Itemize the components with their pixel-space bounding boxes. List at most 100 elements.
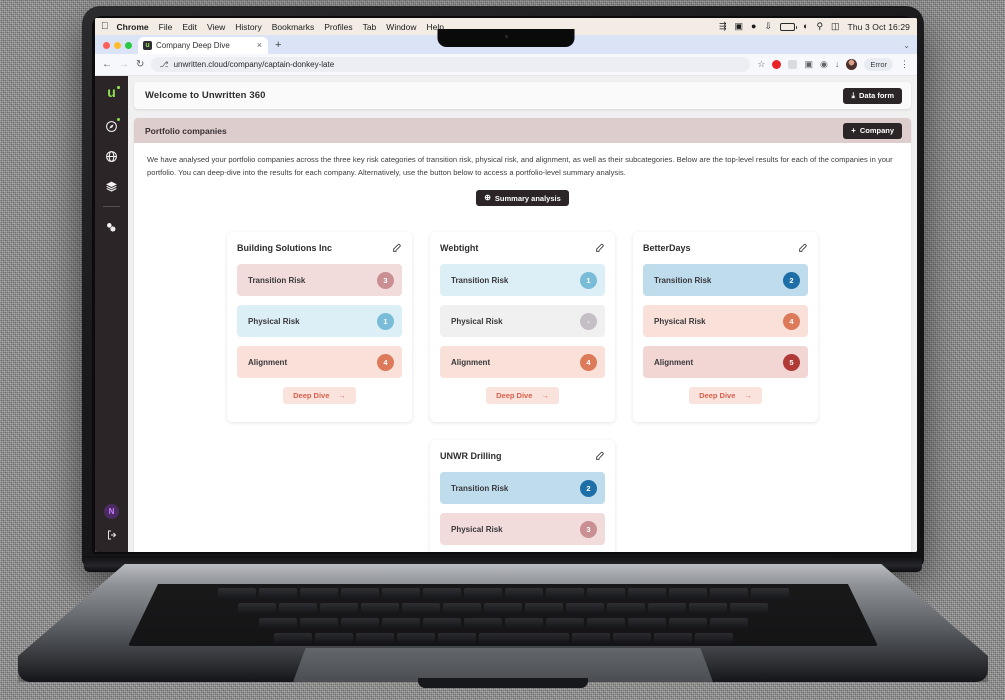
screenshot-icon[interactable]: ▣ <box>735 22 744 31</box>
extension-icon-circle[interactable]: ◉ <box>820 60 828 69</box>
tab-search-chevron-icon[interactable]: ⌄ <box>903 41 917 54</box>
error-badge[interactable]: Error <box>864 58 893 71</box>
edit-icon[interactable] <box>595 243 605 253</box>
keyboard-key <box>709 588 748 599</box>
tab-close-icon[interactable]: × <box>256 41 263 50</box>
deep-dive-button[interactable]: Deep Dive → <box>283 387 356 405</box>
browser-tab[interactable]: u Company Deep Dive × <box>138 37 268 54</box>
menu-item-file[interactable]: File <box>159 22 173 32</box>
profile-avatar[interactable] <box>846 59 858 70</box>
menu-item-chrome[interactable]: Chrome <box>117 22 149 32</box>
keyboard-key <box>299 588 338 599</box>
user-avatar[interactable]: N <box>104 504 119 519</box>
keyboard-key <box>314 633 353 644</box>
arrow-right-icon: → <box>744 391 752 401</box>
tab-title: Company Deep Dive <box>156 41 230 50</box>
keyboard-key <box>627 618 666 629</box>
logout-icon[interactable] <box>106 529 118 541</box>
control-center-icon[interactable]: ◫ <box>831 22 840 31</box>
usb-icon[interactable]: ⇶ <box>719 22 727 31</box>
menu-item-window[interactable]: Window <box>386 22 416 32</box>
sidebar-item-layers[interactable] <box>95 171 128 201</box>
risk-row-label: Alignment <box>248 357 288 367</box>
new-tab-button[interactable]: + <box>268 40 287 54</box>
menu-item-tab[interactable]: Tab <box>363 22 377 32</box>
address-bar-url: unwritten.cloud/company/captain-donkey-l… <box>173 60 335 69</box>
page-title: Welcome to Unwritten 360 <box>145 90 266 101</box>
close-window-button[interactable] <box>103 42 110 49</box>
sidebar-item-compass[interactable] <box>95 111 128 141</box>
keyboard-key <box>668 618 707 629</box>
reload-icon[interactable]: ↻ <box>136 59 144 70</box>
battery-icon[interactable] <box>780 22 797 31</box>
risk-score-badge: 3 <box>580 520 597 538</box>
risk-row: Physical Risk - <box>440 305 605 338</box>
laptop-device:  Chrome File Edit View History Bookmark… <box>0 0 1005 700</box>
laptop-front-notch <box>418 678 588 688</box>
keyboard-key <box>566 603 604 614</box>
extension-icon-red[interactable] <box>772 60 782 69</box>
keyboard-key <box>355 633 394 644</box>
menu-bar-clock[interactable]: Thu 3 Oct 16:29 <box>848 22 910 32</box>
deep-dive-button[interactable]: Deep Dive → <box>689 387 762 405</box>
menu-item-view[interactable]: View <box>207 22 225 32</box>
apple-logo-icon[interactable]:  <box>101 21 109 32</box>
keyboard-key <box>627 588 666 599</box>
risk-score-badge: 4 <box>783 312 800 330</box>
app-sidebar: u N <box>95 76 128 552</box>
risk-row: Alignment 4 <box>237 346 402 379</box>
add-company-label: Company <box>859 126 894 135</box>
application-window: u N Welcome to Unwritten 360 ⤓ Data form… <box>95 76 917 552</box>
bookmark-star-icon[interactable]: ☆ <box>757 60 765 69</box>
app-logo[interactable]: u <box>107 85 120 99</box>
extension-icon-gray[interactable] <box>788 60 798 69</box>
menu-item-history[interactable]: History <box>235 22 261 32</box>
summary-analysis-button[interactable]: ⊕ Summary analysis <box>476 190 569 207</box>
keyboard-key <box>586 588 625 599</box>
keyboard-key <box>340 588 379 599</box>
forward-icon[interactable]: → <box>119 59 129 70</box>
chrome-menu-icon[interactable]: ⋮ <box>900 60 909 69</box>
add-company-button[interactable]: + Company <box>843 122 902 139</box>
search-icon[interactable]: ⚲ <box>816 22 823 31</box>
menu-item-profiles[interactable]: Profiles <box>324 22 352 32</box>
company-card: Building Solutions Inc Transition Risk 3 Ph… <box>227 232 412 423</box>
edit-icon[interactable] <box>595 451 605 461</box>
sidebar-item-globe[interactable] <box>95 141 128 171</box>
camera-dot <box>504 35 508 38</box>
keyboard-key <box>653 633 692 644</box>
plus-icon: + <box>851 125 856 135</box>
main-content: Welcome to Unwritten 360 ⤓ Data form Por… <box>128 76 917 552</box>
company-card-header: Building Solutions Inc <box>237 243 402 253</box>
downloads-icon[interactable]: ↓ <box>835 60 840 69</box>
back-icon[interactable]: ← <box>102 59 112 70</box>
bluetooth-icon[interactable]: ⇩ <box>764 22 772 31</box>
company-card-header: Webtight <box>440 243 605 253</box>
address-bar[interactable]: ⎇ unwritten.cloud/company/captain-donkey… <box>151 57 751 72</box>
summary-analysis-label: Summary analysis <box>494 193 561 203</box>
data-form-button[interactable]: ⤓ Data form <box>843 87 902 104</box>
company-name: UNWR Drilling <box>440 451 502 462</box>
maximize-window-button[interactable] <box>125 42 132 49</box>
minimize-window-button[interactable] <box>114 42 121 49</box>
menu-item-bookmarks[interactable]: Bookmarks <box>272 22 315 32</box>
window-traffic-lights[interactable] <box>101 42 138 54</box>
keyboard-key <box>422 588 461 599</box>
keyboard-key <box>504 588 543 599</box>
shield-icon[interactable]: ● <box>751 22 756 31</box>
sidebar-item-network-settings[interactable] <box>95 212 128 242</box>
edit-icon[interactable] <box>392 243 402 253</box>
risk-score-badge: 4 <box>580 353 597 371</box>
company-name: Webtight <box>440 243 479 254</box>
keyboard-key <box>545 588 584 599</box>
deep-dive-button[interactable]: Deep Dive → <box>486 387 559 405</box>
risk-score-badge: 3 <box>377 271 394 289</box>
wifi-icon[interactable]: ◐ <box>803 22 808 31</box>
edit-icon[interactable] <box>798 243 808 253</box>
keyboard-key <box>648 603 686 614</box>
arrow-right-icon: → <box>338 391 346 401</box>
menu-item-edit[interactable]: Edit <box>182 22 197 32</box>
extensions-puzzle-icon[interactable]: ▣ <box>804 60 813 69</box>
company-card: UNWR Drilling Transition Risk 2 Physical Ri… <box>430 440 615 552</box>
site-info-icon[interactable]: ⎇ <box>159 60 168 69</box>
